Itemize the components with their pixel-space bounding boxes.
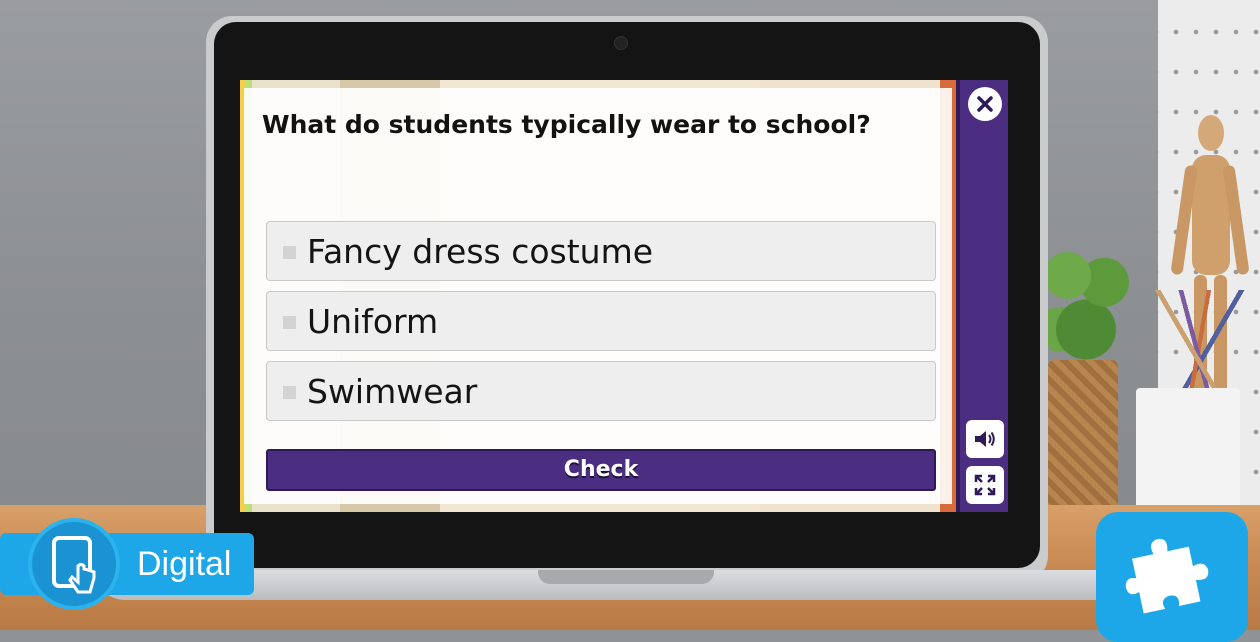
option-uniform[interactable]: Uniform [266,291,936,351]
digital-label: Digital [137,545,232,583]
fullscreen-icon [974,474,996,496]
quiz-sidebar [956,80,1008,512]
audio-button[interactable] [966,420,1004,458]
quiz-card: What do students typically wear to schoo… [244,88,952,504]
quiz-screen: What do students typically wear to schoo… [240,80,1008,512]
option-checkbox[interactable] [283,316,296,329]
option-checkbox[interactable] [283,386,296,399]
tablet-touch-icon [28,518,120,610]
speaker-icon [975,431,995,447]
fullscreen-button[interactable] [966,466,1004,504]
option-checkbox[interactable] [283,246,296,259]
camera-icon [614,36,628,50]
close-icon [977,96,993,112]
option-label: Fancy dress costume [307,232,654,271]
plant-pot [1048,360,1118,510]
laptop-notch [538,570,714,584]
puzzle-badge [1096,512,1248,642]
option-label: Swimwear [307,372,478,411]
check-button[interactable]: Check [266,449,936,491]
brush-cup [1136,388,1240,514]
close-button[interactable] [968,87,1002,121]
option-label: Uniform [307,302,439,341]
question-text: What do students typically wear to schoo… [262,110,871,139]
plant-leaves [1040,235,1132,370]
paint-brushes [1130,290,1260,390]
option-fancy-dress[interactable]: Fancy dress costume [266,221,936,281]
option-swimwear[interactable]: Swimwear [266,361,936,421]
puzzle-piece-icon [1125,538,1209,614]
